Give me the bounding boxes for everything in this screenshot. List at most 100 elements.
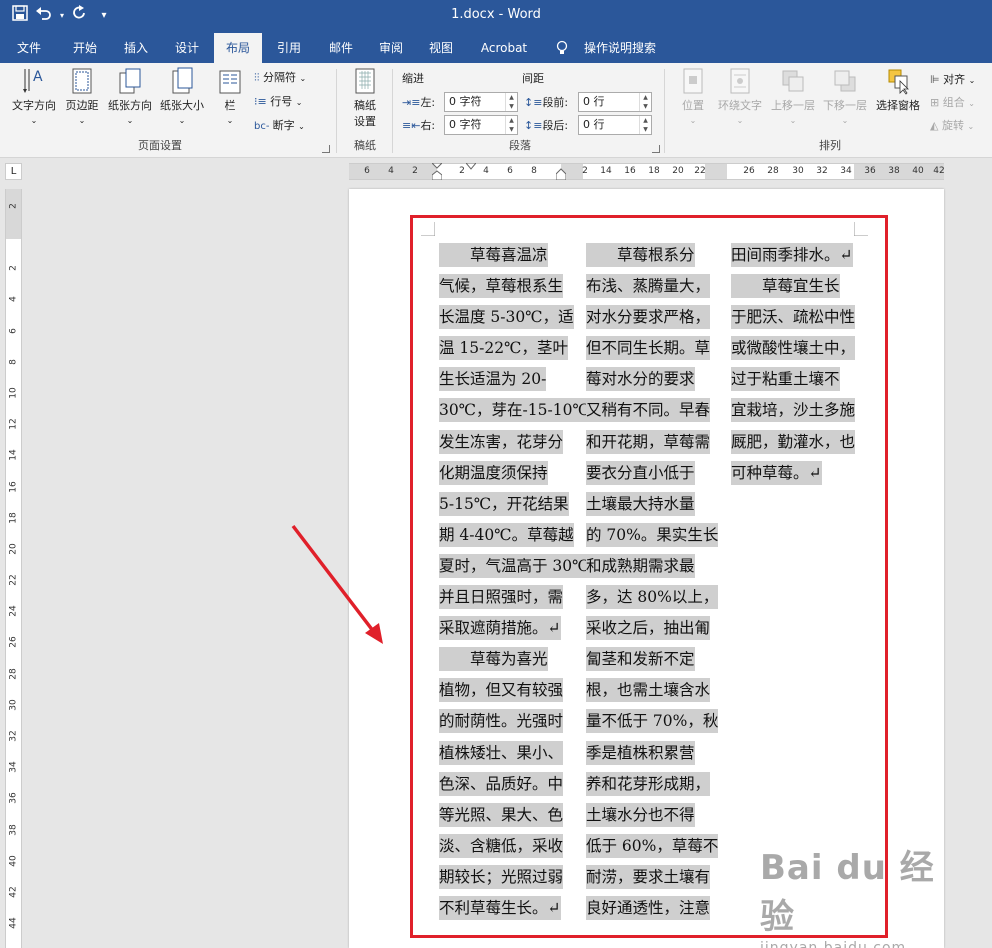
send-backward-button[interactable]: 下移一层 ⌄ xyxy=(820,67,870,126)
bring-forward-icon xyxy=(782,70,804,92)
ruler-number: 28 xyxy=(767,166,779,176)
vertical-ruler[interactable]: 2 2 4 6 8 10 12 14 16 18 20 22 24 26 28 … xyxy=(5,189,22,948)
indent-right-input[interactable]: 0 字符 ▲ ▼ xyxy=(444,115,518,135)
ruler-number: 20 xyxy=(672,166,684,176)
ruler-number: 14 xyxy=(8,449,19,461)
indent-right-icon: ≡⇤ xyxy=(402,119,421,132)
spacing-before-input[interactable]: 0 行 ▲ ▼ xyxy=(578,92,652,112)
baidu-watermark: Bai du 经验 jingyan.baidu.com xyxy=(760,848,935,948)
ruler-number: 42 xyxy=(933,166,945,176)
spacing-after-icon: ↕≡ xyxy=(524,119,543,132)
svg-text:A: A xyxy=(33,69,43,85)
tab-view[interactable]: 视图 xyxy=(418,33,464,63)
tab-layout[interactable]: 布局 xyxy=(214,33,262,63)
manuscript-settings-button[interactable]: 稿纸 设置 xyxy=(342,67,388,129)
size-icon xyxy=(172,67,193,94)
ruler-number: 30 xyxy=(8,699,19,711)
ruler-number: 26 xyxy=(8,636,19,648)
spacing-after-input[interactable]: 0 行 ▲ ▼ xyxy=(578,115,652,135)
ruler-number: 22 xyxy=(694,166,706,176)
breaks-icon: ⫶⫶ xyxy=(254,71,263,84)
line-numbers-button[interactable]: ⁝≡ 行号 ⌄ xyxy=(254,93,302,109)
tab-mailings[interactable]: 邮件 xyxy=(318,33,364,63)
spinner-arrows-icon[interactable]: ▲ ▼ xyxy=(639,116,651,134)
wrap-text-button[interactable]: 环绕文字 ⌄ xyxy=(714,67,766,126)
ruler-number: 40 xyxy=(912,166,924,176)
group-icon: ⊞ xyxy=(930,96,943,109)
first-line-indent-icon[interactable] xyxy=(432,163,442,180)
ruler-number: 32 xyxy=(816,166,828,176)
text-direction-button[interactable]: A 文字方向 ⌄ xyxy=(6,67,62,126)
ruler-number: 2 xyxy=(8,265,19,271)
arrange-group-label: 排列 xyxy=(819,139,841,152)
ruler-number: 40 xyxy=(8,855,19,867)
ruler-number: 34 xyxy=(840,166,852,176)
spinner-arrows-icon[interactable]: ▲ ▼ xyxy=(505,93,517,111)
tab-file[interactable]: 文件 xyxy=(4,33,54,63)
rotate-button[interactable]: ◭ 旋转 ⌄ xyxy=(930,117,974,133)
ruler-number: 6 xyxy=(364,166,370,176)
indent-right-label: ≡⇤右: xyxy=(402,119,436,132)
ruler-number: 32 xyxy=(8,730,19,742)
wrap-text-icon xyxy=(730,68,750,94)
align-button[interactable]: ⊫ 对齐 ⌄ xyxy=(930,71,975,87)
ruler-number: 24 xyxy=(8,605,19,617)
columns-icon xyxy=(219,70,241,94)
tab-insert[interactable]: 插入 xyxy=(112,33,160,63)
ruler-number: 4 xyxy=(388,166,394,176)
lightbulb-icon xyxy=(552,33,572,63)
hyphenation-button[interactable]: bc- 断字 ⌄ xyxy=(254,117,305,133)
tab-acrobat[interactable]: Acrobat xyxy=(470,33,538,63)
breaks-button[interactable]: ⫶⫶ 分隔符 ⌄ xyxy=(254,69,306,85)
manuscript-icon xyxy=(355,68,375,94)
selection-pane-button[interactable]: 选择窗格 xyxy=(872,67,924,113)
ruler-number: 30 xyxy=(792,166,804,176)
tab-design[interactable]: 设计 xyxy=(164,33,210,63)
send-backward-icon xyxy=(834,70,856,92)
ruler-number: 6 xyxy=(8,328,19,334)
ruler-number: 20 xyxy=(8,543,19,555)
spinner-arrows-icon[interactable]: ▲ ▼ xyxy=(505,116,517,134)
bring-forward-button[interactable]: 上移一层 ⌄ xyxy=(768,67,818,126)
ruler-number: 18 xyxy=(8,512,19,524)
ruler-number: 2 xyxy=(582,166,588,176)
hyphenation-icon: bc- xyxy=(254,121,273,132)
orientation-button[interactable]: 纸张方向 ⌄ xyxy=(104,67,156,126)
ruler-number: 36 xyxy=(864,166,876,176)
group-button[interactable]: ⊞ 组合 ⌄ xyxy=(930,94,975,110)
ribbon: A 文字方向 ⌄ 页边距 ⌄ 纸张方向 ⌄ 纸张大小 ⌄ 栏 ⌄ ⫶⫶ 分隔符 ⌄ ⁝≡ … xyxy=(0,63,992,158)
paragraph-launcher-icon[interactable] xyxy=(652,145,660,153)
hanging-indent-icon[interactable] xyxy=(466,163,476,171)
align-icon: ⊫ xyxy=(930,73,944,86)
margins-button[interactable]: 页边距 ⌄ xyxy=(62,67,102,126)
tab-selector[interactable]: L xyxy=(5,163,22,180)
selection-pane-icon xyxy=(888,69,909,95)
right-indent-icon[interactable] xyxy=(556,168,566,180)
columns-button[interactable]: 栏 ⌄ xyxy=(214,67,246,126)
horizontal-ruler[interactable]: 6 4 2 2 4 6 8 2 14 16 18 20 22 26 28 30 … xyxy=(349,163,945,180)
tell-me-search[interactable]: 操作说明搜索 xyxy=(578,33,662,63)
text-direction-icon: A xyxy=(23,69,43,93)
page-setup-launcher-icon[interactable] xyxy=(322,145,330,153)
tab-review[interactable]: 审阅 xyxy=(368,33,414,63)
orientation-icon xyxy=(119,68,141,94)
ruler-number: 18 xyxy=(648,166,660,176)
ruler-number: 38 xyxy=(888,166,900,176)
indent-left-input[interactable]: 0 字符 ▲ ▼ xyxy=(444,92,518,112)
position-button[interactable]: 位置 ⌄ xyxy=(672,67,714,126)
indent-left-label: ⇥≡左: xyxy=(402,96,436,109)
title-bar: ▾ ▾ 1.docx - Word xyxy=(0,0,992,33)
tab-home[interactable]: 开始 xyxy=(60,33,110,63)
size-button[interactable]: 纸张大小 ⌄ xyxy=(156,67,208,126)
ruler-number: 2 xyxy=(8,203,19,209)
ruler-number: 34 xyxy=(8,761,19,773)
rotate-icon: ◭ xyxy=(930,119,942,132)
ruler-number: 10 xyxy=(8,387,19,399)
line-numbers-icon: ⁝≡ xyxy=(254,95,271,108)
spinner-arrows-icon[interactable]: ▲ ▼ xyxy=(639,93,651,111)
ruler-number: 2 xyxy=(412,166,418,176)
group-divider xyxy=(392,69,393,153)
ruler-number: 8 xyxy=(531,166,537,176)
ruler-number: 22 xyxy=(8,574,19,586)
tab-references[interactable]: 引用 xyxy=(266,33,312,63)
